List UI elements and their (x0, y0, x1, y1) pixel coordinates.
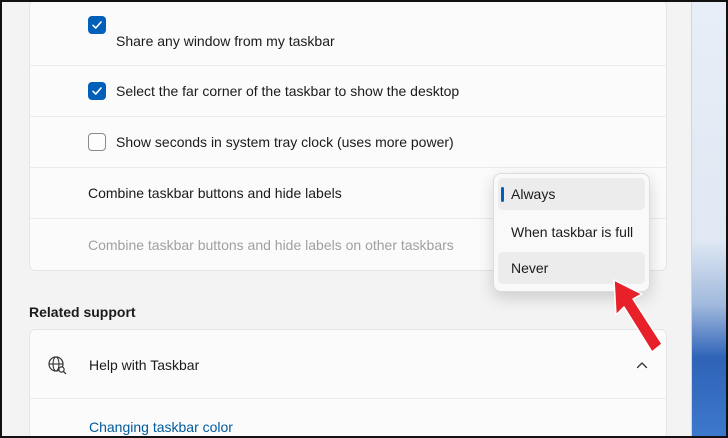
annotation-arrow-icon (613, 279, 663, 353)
share-window-checkbox[interactable] (88, 16, 106, 34)
globe-search-icon (48, 356, 67, 375)
combine-other-label: Combine taskbar buttons and hide labels … (88, 237, 454, 253)
related-support-heading: Related support (29, 304, 136, 320)
option-label: Always (511, 186, 556, 202)
selection-indicator (501, 187, 504, 202)
help-with-taskbar-header[interactable]: Help with Taskbar (30, 330, 666, 399)
far-corner-label: Select the far corner of the taskbar to … (116, 83, 460, 99)
checkmark-icon (92, 21, 102, 29)
dropdown-option-when-full[interactable]: When taskbar is full (498, 216, 645, 248)
show-seconds-row[interactable]: Show seconds in system tray clock (uses … (30, 116, 666, 167)
far-corner-checkbox[interactable] (88, 82, 106, 100)
option-label: Never (511, 260, 549, 276)
related-support-card: Help with Taskbar Changing taskbar color (29, 329, 667, 436)
checkmark-icon (92, 87, 102, 95)
show-seconds-checkbox[interactable] (88, 133, 106, 151)
option-label: When taskbar is full (511, 224, 634, 240)
desktop-wallpaper (691, 2, 726, 436)
help-with-taskbar-title: Help with Taskbar (89, 357, 200, 373)
show-seconds-label: Show seconds in system tray clock (uses … (116, 134, 454, 150)
combine-buttons-label: Combine taskbar buttons and hide labels (88, 185, 342, 201)
share-window-row[interactable]: Share any window from my taskbar (30, 2, 666, 51)
settings-window: Share any window from my taskbar Select … (0, 0, 728, 438)
far-corner-row[interactable]: Select the far corner of the taskbar to … (30, 65, 666, 116)
dropdown-option-always[interactable]: Always (498, 178, 645, 210)
share-window-label: Share any window from my taskbar (116, 33, 335, 49)
changing-taskbar-color-link[interactable]: Changing taskbar color (89, 419, 233, 435)
